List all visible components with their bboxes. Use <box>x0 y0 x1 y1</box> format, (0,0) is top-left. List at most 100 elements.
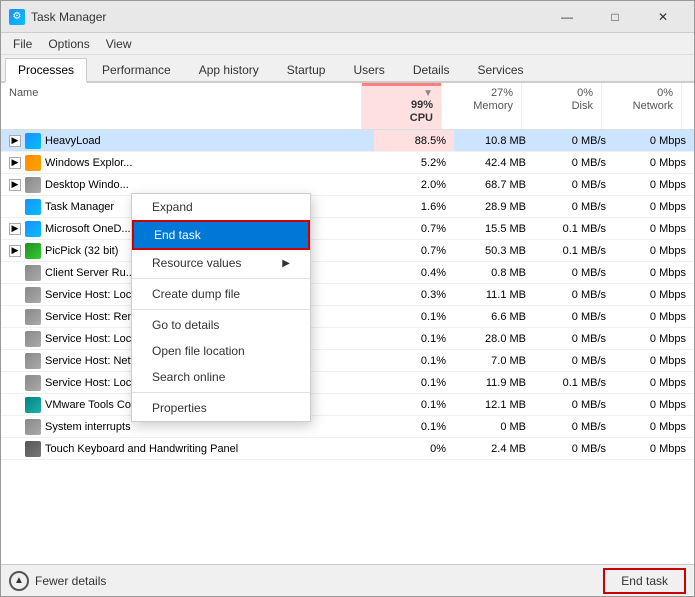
process-name: HeavyLoad <box>45 135 101 147</box>
table-row[interactable]: ▶ Windows Explor... 5.2% 42.4 MB 0 MB/s … <box>1 152 694 174</box>
col-header-cpu[interactable]: ▼ 99%CPU <box>362 83 442 129</box>
cpu-value: 88.5% <box>374 130 454 151</box>
expand-button[interactable]: ▶ <box>9 179 21 191</box>
memory-value: 12.1 MB <box>454 394 534 415</box>
menu-bar: File Options View <box>1 33 694 55</box>
cpu-value: 0.1% <box>374 350 454 371</box>
window-controls: — □ ✕ <box>544 2 686 32</box>
table-row[interactable]: Service Host: Remote Procedure Call (2) … <box>1 306 694 328</box>
process-icon <box>25 221 41 237</box>
tab-services[interactable]: Services <box>465 58 537 81</box>
fewer-details-button[interactable]: ▲ Fewer details <box>9 571 106 591</box>
col-header-network[interactable]: 0%Network <box>602 83 682 129</box>
end-task-button[interactable]: End task <box>603 568 686 594</box>
minimize-button[interactable]: — <box>544 2 590 32</box>
ctx-resource-values[interactable]: Resource values ▶ <box>132 250 310 276</box>
task-manager-window: ⚙ Task Manager — □ ✕ File Options View P… <box>0 0 695 597</box>
process-icon <box>25 243 41 259</box>
disk-value: 0 MB/s <box>534 350 614 371</box>
disk-value: 0.1 MB/s <box>534 240 614 261</box>
table-row[interactable]: Touch Keyboard and Handwriting Panel 0% … <box>1 438 694 460</box>
ctx-open-file-location[interactable]: Open file location <box>132 338 310 364</box>
ctx-submenu-arrow: ▶ <box>282 258 290 269</box>
process-icon <box>25 441 41 457</box>
table-row[interactable]: ▶ Desktop Windo... 2.0% 68.7 MB 0 MB/s 0… <box>1 174 694 196</box>
table-row[interactable]: Task Manager 1.6% 28.9 MB 0 MB/s 0 Mbps <box>1 196 694 218</box>
ctx-search-online[interactable]: Search online <box>132 364 310 390</box>
tab-users[interactable]: Users <box>340 58 397 81</box>
process-name-cell: ▶ HeavyLoad <box>1 130 374 151</box>
process-icon <box>25 353 41 369</box>
process-name: Task Manager <box>45 201 114 213</box>
cpu-usage-bar <box>362 83 441 86</box>
maximize-button[interactable]: □ <box>592 2 638 32</box>
expand-button[interactable]: ▶ <box>9 245 21 257</box>
table-row[interactable]: Service Host: Network Service (5) 0.1% 7… <box>1 350 694 372</box>
col-header-memory[interactable]: 27%Memory <box>442 83 522 129</box>
memory-value: 6.6 MB <box>454 306 534 327</box>
tab-processes[interactable]: Processes <box>5 58 87 83</box>
ctx-resource-label: Resource values <box>152 256 241 270</box>
collapse-icon: ▲ <box>9 571 29 591</box>
col-header-disk[interactable]: 0%Disk <box>522 83 602 129</box>
process-icon <box>25 419 41 435</box>
memory-value: 28.9 MB <box>454 196 534 217</box>
network-value: 0 Mbps <box>614 328 694 349</box>
memory-value: 2.4 MB <box>454 438 534 459</box>
table-header: Name ▼ 99%CPU 27%Memory 0%Disk 0%Network <box>1 83 694 130</box>
expand-button[interactable]: ▶ <box>9 223 21 235</box>
network-value: 0 Mbps <box>614 350 694 371</box>
process-name: Windows Explor... <box>45 157 132 169</box>
status-bar: ▲ Fewer details End task <box>1 564 694 596</box>
tab-startup[interactable]: Startup <box>274 58 339 81</box>
tab-details[interactable]: Details <box>400 58 463 81</box>
network-value: 0 Mbps <box>614 130 694 151</box>
table-row[interactable]: Service Host: Local Service (No Network)… <box>1 284 694 306</box>
menu-file[interactable]: File <box>5 35 40 53</box>
network-value: 0 Mbps <box>614 262 694 283</box>
ctx-create-dump[interactable]: Create dump file <box>132 281 310 307</box>
disk-value: 0 MB/s <box>534 438 614 459</box>
expand-button[interactable]: ▶ <box>9 157 21 169</box>
close-button[interactable]: ✕ <box>640 2 686 32</box>
table-row[interactable]: Service Host: Local Service (Network Res… <box>1 372 694 394</box>
ctx-separator <box>132 278 310 279</box>
disk-value: 0.1 MB/s <box>534 372 614 393</box>
menu-view[interactable]: View <box>98 35 140 53</box>
window-title: Task Manager <box>31 10 544 24</box>
memory-value: 11.9 MB <box>454 372 534 393</box>
memory-value: 7.0 MB <box>454 350 534 371</box>
tab-performance[interactable]: Performance <box>89 58 184 81</box>
ctx-go-to-details[interactable]: Go to details <box>132 312 310 338</box>
cpu-value: 0.1% <box>374 328 454 349</box>
table-row[interactable]: VMware Tools Core Service 0.1% 12.1 MB 0… <box>1 394 694 416</box>
table-row[interactable]: Service Host: Local System (18) 0.1% 28.… <box>1 328 694 350</box>
process-icon <box>25 375 41 391</box>
process-name: PicPick (32 bit) <box>45 245 118 257</box>
expand-button[interactable]: ▶ <box>9 135 21 147</box>
table-row[interactable]: ▶ HeavyLoad 88.5% 10.8 MB 0 MB/s 0 Mbps <box>1 130 694 152</box>
tab-bar: Processes Performance App history Startu… <box>1 55 694 83</box>
tab-app-history[interactable]: App history <box>186 58 272 81</box>
cpu-value: 0.1% <box>374 416 454 437</box>
network-value: 0 Mbps <box>614 196 694 217</box>
ctx-expand[interactable]: Expand <box>132 194 310 220</box>
cpu-value: 0.1% <box>374 372 454 393</box>
table-row[interactable]: ▶ Microsoft OneD... 0.7% 15.5 MB 0.1 MB/… <box>1 218 694 240</box>
network-value: 0 Mbps <box>614 394 694 415</box>
process-name: Microsoft OneD... <box>45 223 131 235</box>
cpu-value: 0.3% <box>374 284 454 305</box>
ctx-properties[interactable]: Properties <box>132 395 310 421</box>
table-row[interactable]: System interrupts 0.1% 0 MB 0 MB/s 0 Mbp… <box>1 416 694 438</box>
cpu-value: 2.0% <box>374 174 454 195</box>
menu-options[interactable]: Options <box>40 35 97 53</box>
network-value: 0 Mbps <box>614 284 694 305</box>
ctx-end-task[interactable]: End task <box>132 220 310 250</box>
disk-value: 0 MB/s <box>534 152 614 173</box>
table-row[interactable]: Client Server Ru... 0.4% 0.8 MB 0 MB/s 0… <box>1 262 694 284</box>
col-header-name[interactable]: Name <box>1 83 362 129</box>
cpu-value: 0.1% <box>374 394 454 415</box>
memory-value: 10.8 MB <box>454 130 534 151</box>
table-row[interactable]: ▶ PicPick (32 bit) 0.7% 50.3 MB 0.1 MB/s… <box>1 240 694 262</box>
process-table: ▶ HeavyLoad 88.5% 10.8 MB 0 MB/s 0 Mbps … <box>1 130 694 564</box>
